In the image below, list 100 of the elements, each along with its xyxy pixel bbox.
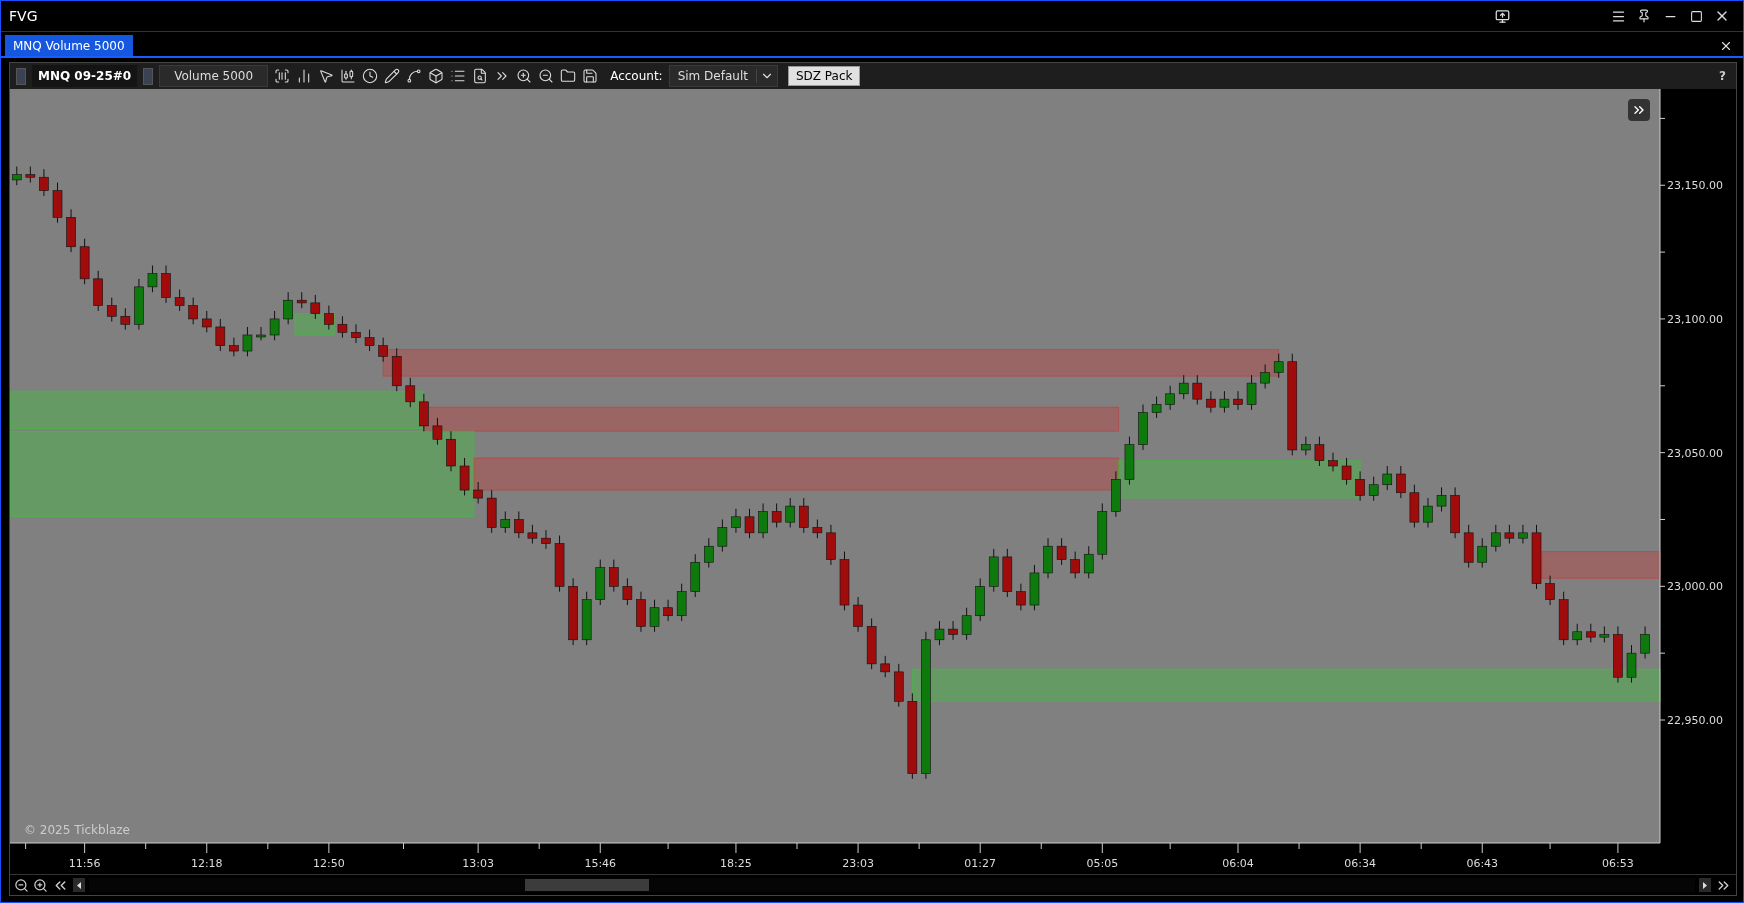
candlestick [1165,385,1175,411]
scroll-thumb[interactable] [525,879,649,892]
pointer-icon[interactable] [318,68,335,85]
price-label: 23,150.00 [1667,179,1723,193]
candlestick [1070,551,1080,580]
chart-tab[interactable]: MNQ Volume 5000 [5,35,133,56]
candlestick [1029,564,1040,612]
zoom-in-icon[interactable] [33,877,48,893]
candlestick [391,348,402,393]
candlestick [676,583,687,622]
price-label: 23,100.00 [1667,313,1723,327]
candlestick [758,503,768,540]
scroll-left-button[interactable] [73,878,85,893]
time-label: 18:25 [720,857,752,871]
copyright-text: © 2025 Tickblaze [24,823,130,838]
time-label: 12:18 [190,857,223,871]
candlestick [514,511,524,540]
account-dropdown[interactable]: Sim Default [668,65,778,88]
candlestick [961,607,972,641]
candlestick [1301,436,1311,457]
candlestick [704,538,714,569]
candlestick [1151,396,1162,419]
time-label: 01:27 [964,857,997,871]
candlestick [1002,548,1013,598]
candlestick [975,578,985,622]
pack-button[interactable]: SDZ Pack [787,66,861,87]
candlestick [1450,487,1460,540]
candlestick [256,326,266,342]
candlestick [948,621,958,641]
candlestick [1206,391,1216,414]
pencil-icon[interactable] [384,68,401,85]
candlestick [1273,353,1284,379]
candlestick [229,337,239,358]
candlestick [609,559,619,593]
candlestick [25,166,36,184]
candlestick [1491,524,1501,553]
candlestick [622,578,633,606]
candlestick [364,329,375,352]
candlestick [636,591,646,633]
document-search-icon[interactable] [472,68,489,85]
scroll-right-button[interactable] [1699,878,1711,893]
candlestick [1138,404,1148,451]
candlestick [717,519,728,553]
candlestick [39,169,49,197]
zoom-out-icon[interactable] [538,68,555,85]
candlestick [1463,524,1474,569]
candlestick [1368,476,1379,502]
zoom-out-icon[interactable] [14,877,29,893]
candlestick [1613,626,1623,684]
candlestick [595,559,606,606]
candlestick [527,524,538,545]
cube-icon[interactable] [428,68,445,85]
clock-icon[interactable] [362,68,379,85]
candlestick [1219,391,1230,414]
candlestick [894,663,904,708]
candlestick [1409,484,1420,529]
candlestick [568,578,578,647]
price-label: 23,050.00 [1667,447,1723,461]
time-label: 15:46 [584,857,617,871]
candlestick [1599,626,1610,644]
candlestick [799,498,809,534]
candlestick [106,297,117,323]
expand-button[interactable] [1628,99,1650,122]
candlestick [541,530,551,550]
gap-zone [294,313,335,336]
candlestick [1341,457,1352,486]
candlestick [744,508,755,540]
instrument-label[interactable]: MNQ 09-25#0 [32,65,138,88]
candlestick [581,591,592,647]
window-title: FVG [9,8,38,24]
candlestick [147,265,158,294]
color-swatch[interactable] [143,67,154,85]
candlestick [1192,375,1203,406]
candlestick [337,316,348,339]
candlestick [419,393,429,433]
save-icon[interactable] [582,68,599,85]
candlestick [839,551,850,612]
color-swatch[interactable] [16,67,26,85]
candlestick [1124,436,1135,486]
zoom-in-icon[interactable] [516,68,533,85]
candlestick-icon[interactable] [340,68,357,85]
scroll-track[interactable] [89,878,1695,893]
candlestick [690,554,701,598]
line-icon[interactable] [406,68,423,85]
candlestick [1233,391,1243,411]
candlestick [432,417,443,446]
triangle-icon [77,881,81,889]
time-label: 12:50 [313,857,345,871]
candlestick [1531,524,1542,590]
bar-type-field[interactable]: Volume 5000 [159,65,269,88]
help-icon[interactable]: ? [1719,69,1730,84]
candlestick [663,599,673,622]
candlestick [771,503,782,529]
folder-icon[interactable] [560,68,577,85]
candlestick [52,182,63,224]
time-label: 06:43 [1466,857,1499,871]
candlestick [296,292,307,310]
candlestick [785,498,795,529]
candlestick [500,511,511,534]
time-label: 06:53 [1602,857,1634,871]
